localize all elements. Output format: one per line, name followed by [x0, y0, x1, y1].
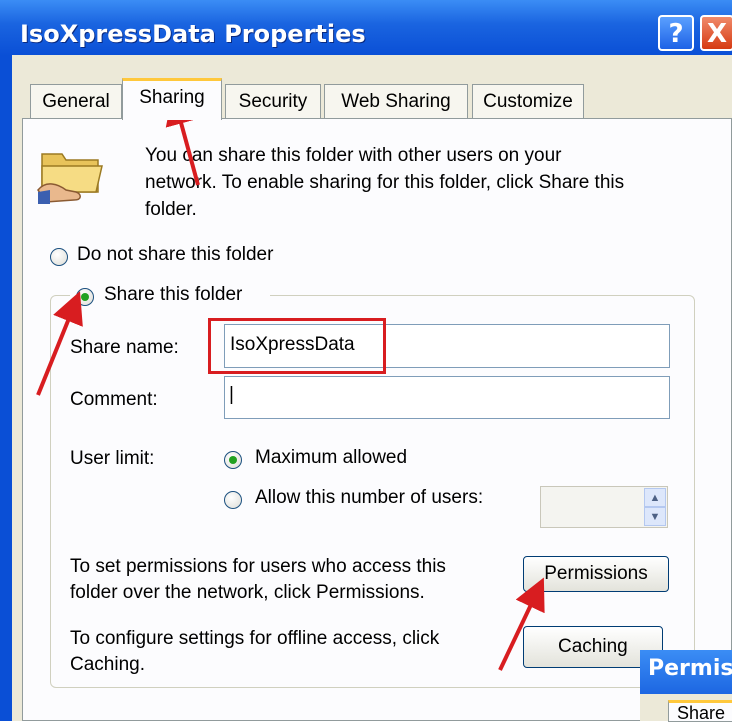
tab-sharing[interactable]: Sharing: [122, 78, 222, 120]
annotation-arrows: [36, 92, 545, 671]
arrow-to-permissions-button: [498, 577, 545, 671]
arrow-to-share-radio: [36, 291, 83, 396]
